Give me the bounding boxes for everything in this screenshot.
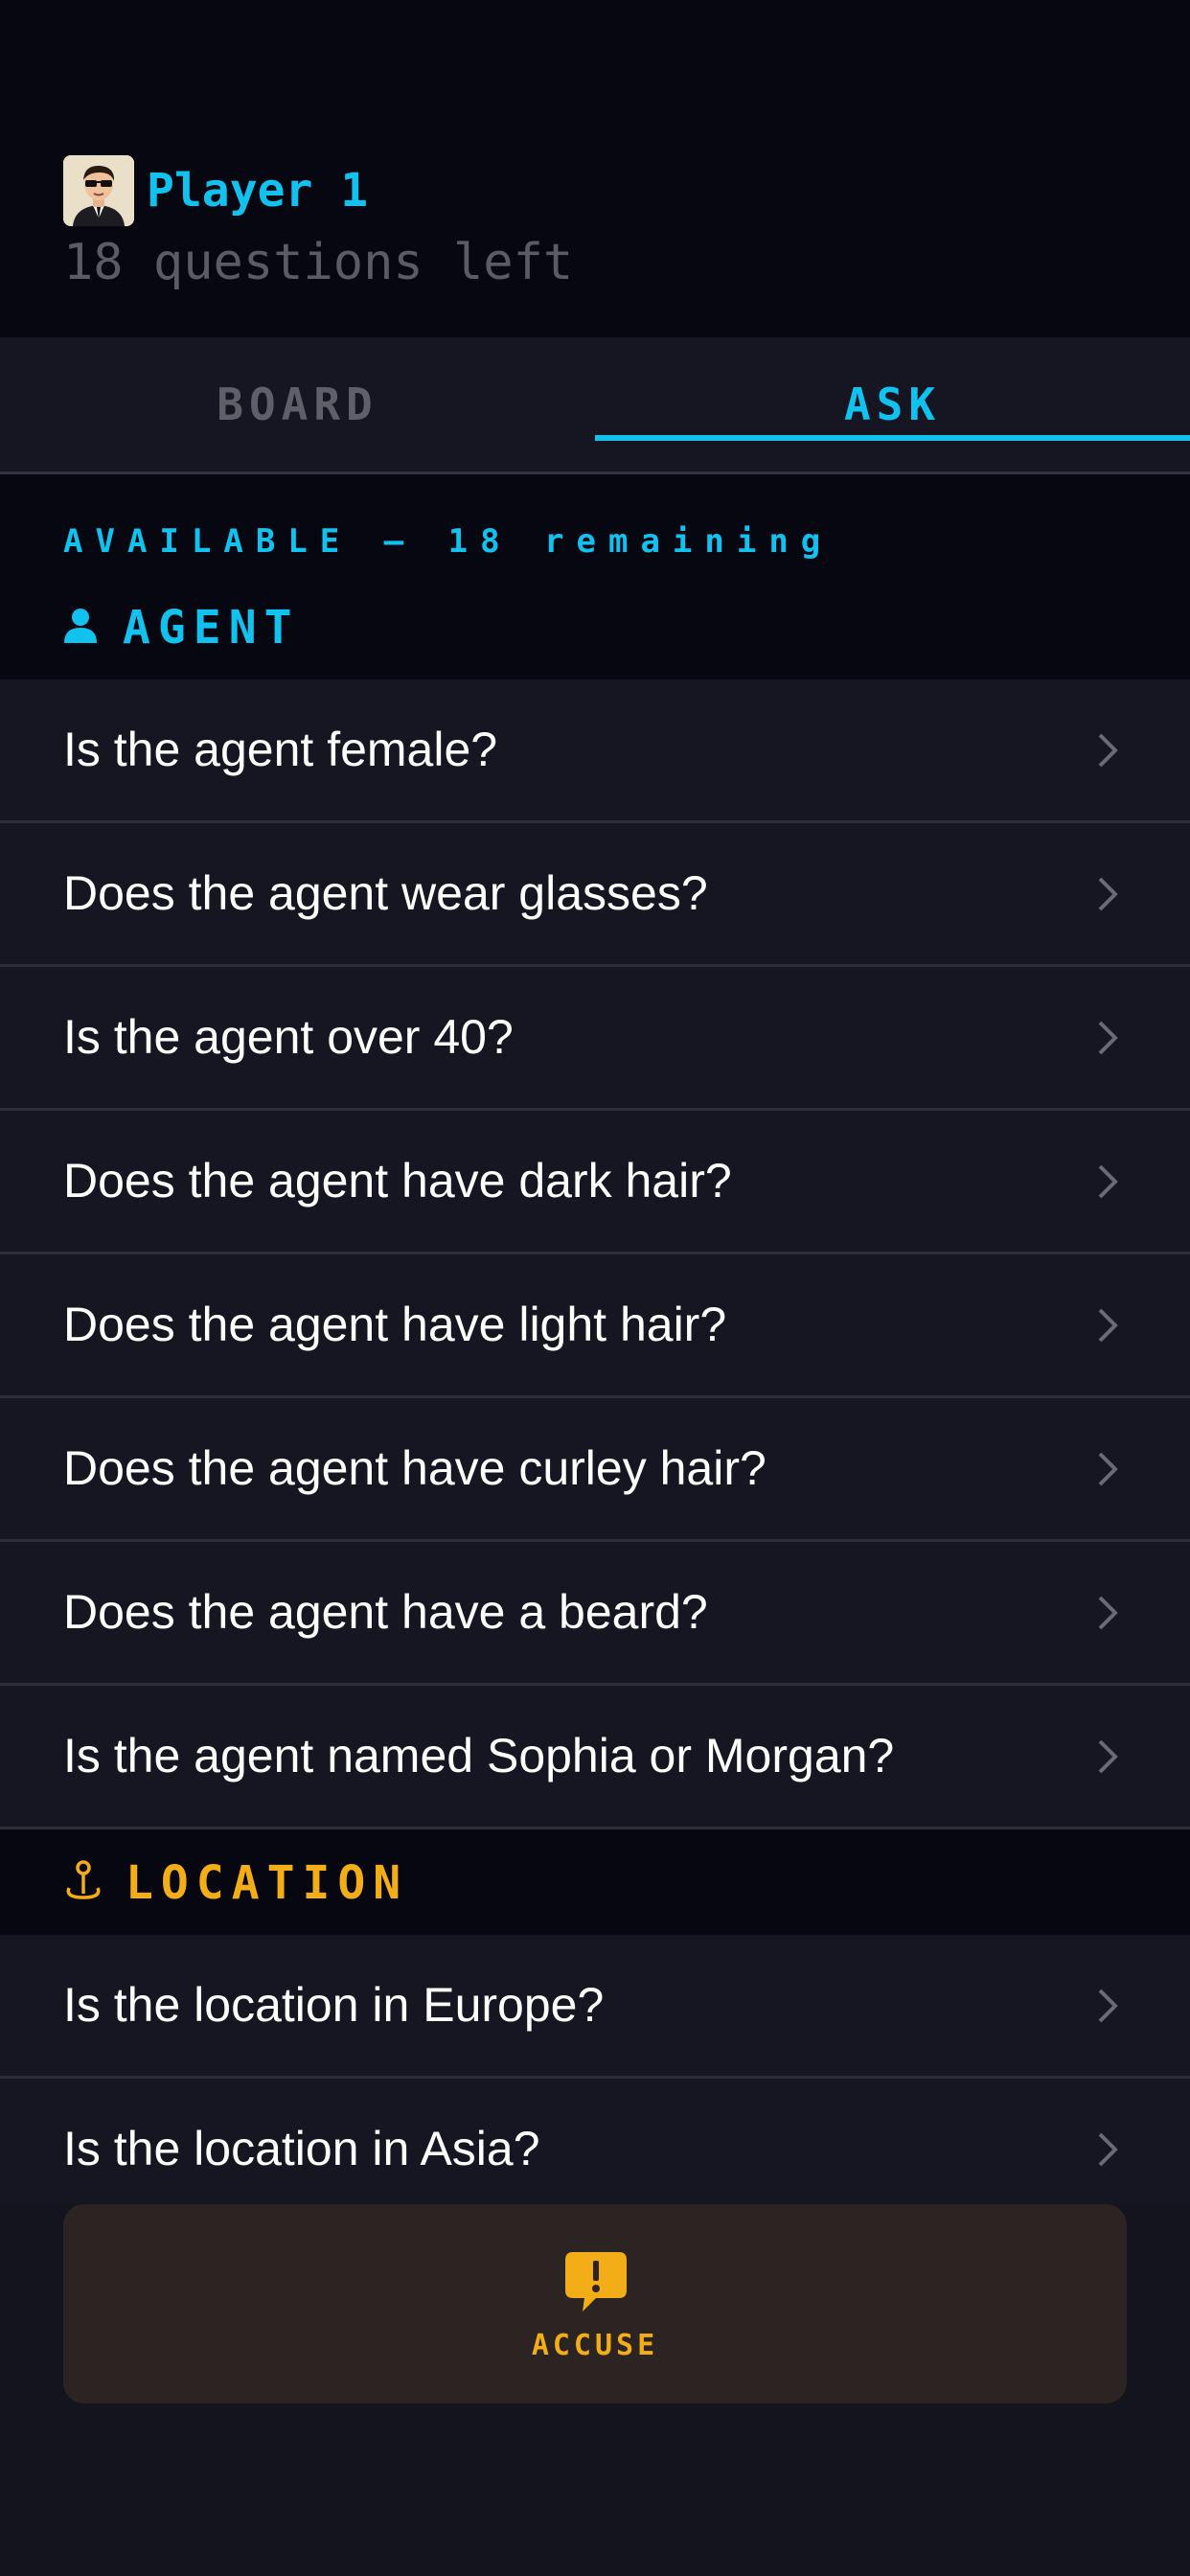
question-text: Does the agent have curley hair?: [63, 1441, 767, 1495]
question-text: Is the location in Europe?: [63, 1978, 605, 2032]
question-text: Does the agent wear glasses?: [63, 866, 708, 920]
question-row[interactable]: Does the agent have a beard?: [0, 1542, 1190, 1686]
accuse-button[interactable]: ACCUSE: [63, 2204, 1127, 2404]
question-text: Does the agent have light hair?: [63, 1298, 727, 1351]
tab-ask[interactable]: ASK: [595, 337, 1190, 472]
section-title-location: LOCATION: [126, 1856, 409, 1910]
person-icon: [63, 607, 98, 650]
chevron-right-icon: [1098, 1989, 1118, 2023]
accuse-label: ACCUSE: [531, 2329, 659, 2362]
chevron-right-icon: [1098, 1739, 1118, 1774]
question-text: Is the location in Asia?: [63, 2122, 540, 2175]
question-row[interactable]: Is the agent named Sophia or Morgan?: [0, 1686, 1190, 1829]
tab-bar: BOARD ASK: [0, 337, 1190, 474]
active-tab-indicator: [595, 435, 1190, 441]
question-row[interactable]: Does the agent have light hair?: [0, 1254, 1190, 1398]
questions-left-count: 18 questions left: [63, 234, 574, 291]
question-text: Is the agent named Sophia or Morgan?: [63, 1729, 895, 1782]
chevron-right-icon: [1098, 2132, 1118, 2167]
question-row[interactable]: Does the agent wear glasses?: [0, 823, 1190, 967]
exclamation-bubble-icon: [565, 2252, 627, 2312]
chevron-right-icon: [1098, 877, 1118, 911]
question-row[interactable]: Is the agent female?: [0, 679, 1190, 823]
section-header-location: LOCATION: [0, 1830, 1190, 1936]
chevron-right-icon: [1098, 1596, 1118, 1630]
question-row[interactable]: Is the agent over 40?: [0, 967, 1190, 1111]
question-text: Is the agent female?: [63, 723, 498, 776]
player-name: Player 1: [147, 164, 369, 218]
chevron-right-icon: [1098, 1021, 1118, 1055]
question-text: Does the agent have dark hair?: [63, 1154, 732, 1208]
chevron-right-icon: [1098, 1164, 1118, 1199]
question-row[interactable]: Is the location in Europe?: [0, 1935, 1190, 2079]
section-title-agent: AGENT: [123, 601, 300, 655]
question-row[interactable]: Does the agent have dark hair?: [0, 1111, 1190, 1254]
tab-board[interactable]: BOARD: [0, 337, 595, 472]
chevron-right-icon: [1098, 733, 1118, 768]
question-text: Does the agent have a beard?: [63, 1585, 708, 1639]
question-list[interactable]: AVAILABLE — 18 remaining AGENT Is the ag…: [0, 474, 1190, 2204]
available-count-label: AVAILABLE — 18 remaining: [63, 522, 834, 561]
header: Player 1 18 questions left: [0, 0, 1190, 337]
question-row[interactable]: Does the agent have curley hair?: [0, 1398, 1190, 1542]
player-avatar: [63, 155, 134, 226]
chevron-right-icon: [1098, 1308, 1118, 1343]
question-text: Is the agent over 40?: [63, 1010, 514, 1064]
chevron-right-icon: [1098, 1452, 1118, 1486]
location-pin-icon: [63, 1859, 103, 1908]
question-row[interactable]: Is the location in Asia?: [0, 2079, 1190, 2204]
section-header-agent: AGENT: [0, 580, 1190, 676]
